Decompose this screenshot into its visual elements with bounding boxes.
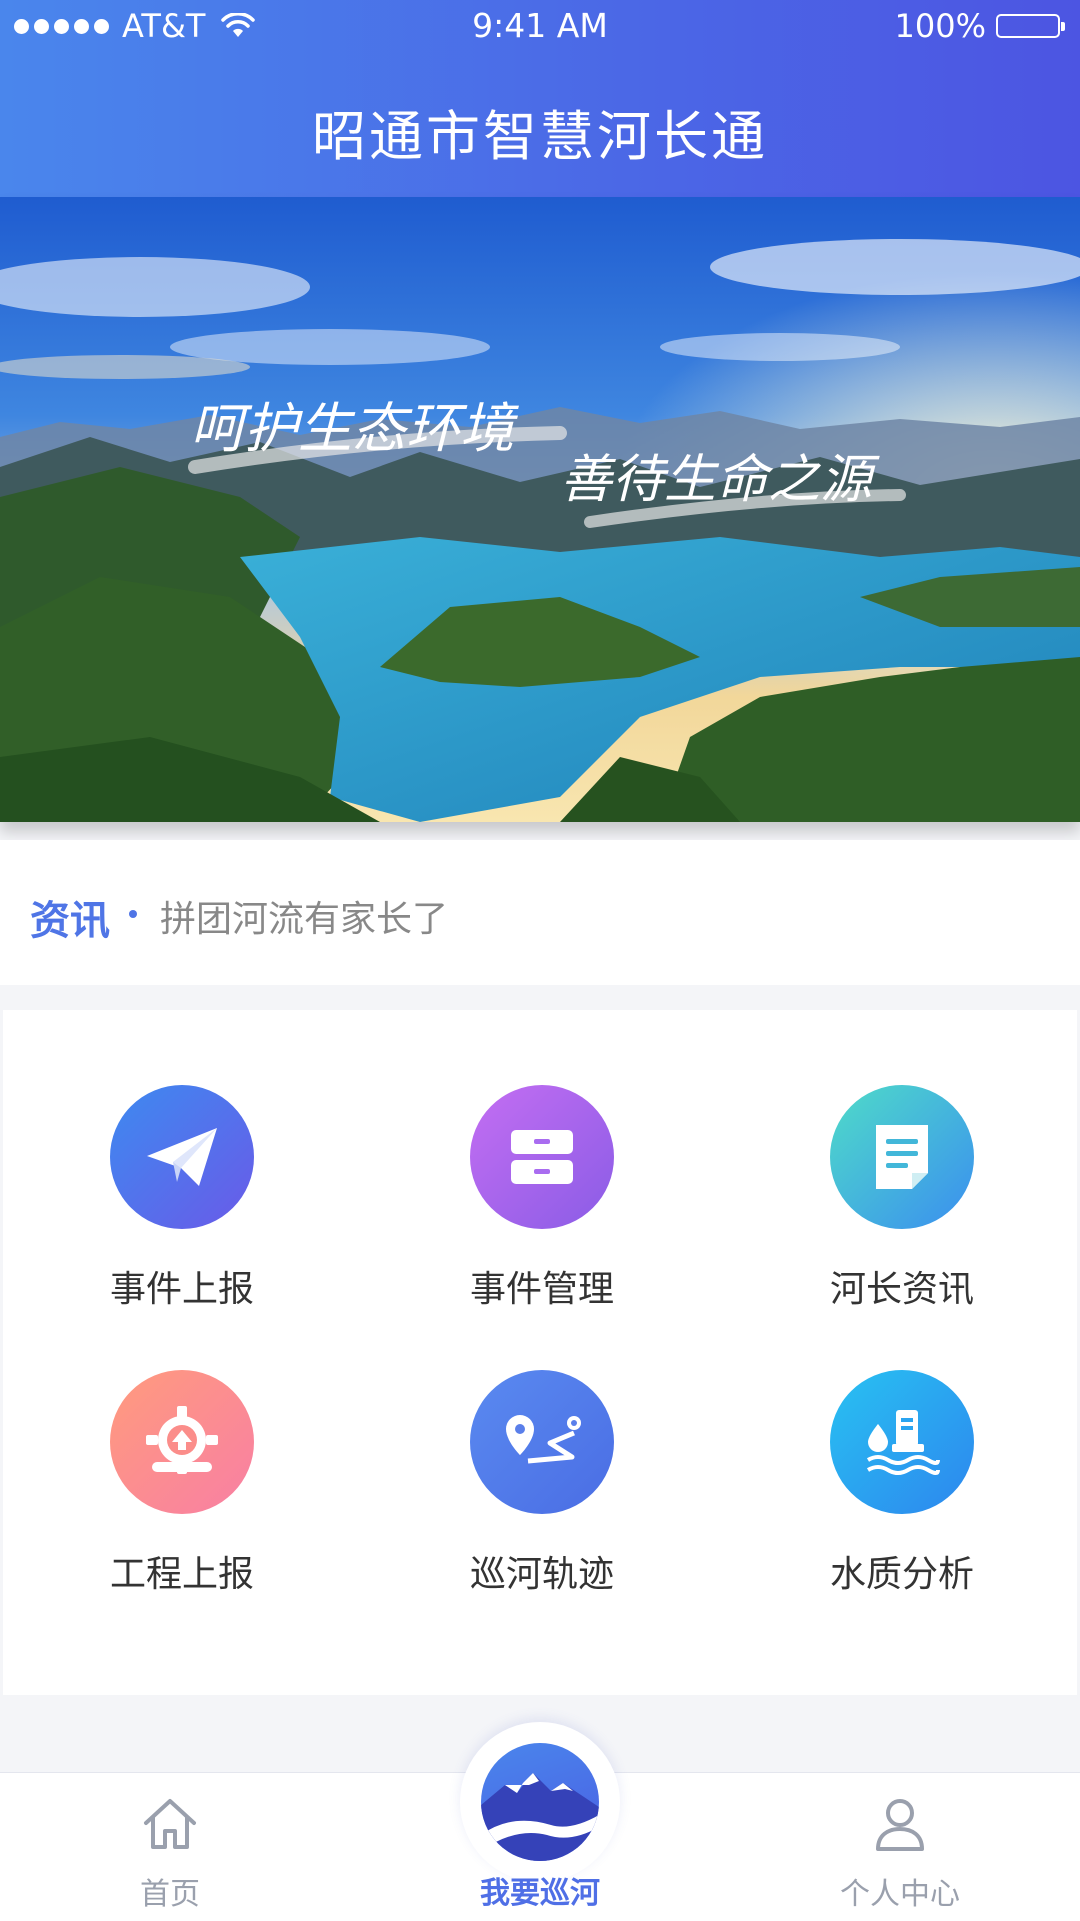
menu-label: 事件管理 [469, 1269, 614, 1310]
menu-event-report[interactable]: 事件上报 [32, 1085, 332, 1345]
banner-slogan-line1: 呵护生态环境 [190, 397, 519, 460]
home-icon [144, 1799, 196, 1849]
menu-water-quality[interactable]: 水质分析 [752, 1370, 1052, 1630]
menu-river-news[interactable]: 河长资讯 [752, 1085, 1052, 1345]
menu-label: 事件上报 [109, 1269, 254, 1310]
landscape-image: 呵护生态环境 善待生命之源 [0, 197, 1080, 822]
app-header: AT&T 9:41 AM 100% 昭通市智慧河长通 [0, 0, 1080, 197]
menu-project-report[interactable]: 工程上报 [32, 1370, 332, 1630]
menu-label: 水质分析 [829, 1554, 974, 1595]
status-bar: AT&T 9:41 AM 100% [0, 0, 1080, 54]
mountain-river-icon [481, 1773, 599, 1861]
banner-slogan-line2: 善待生命之源 [560, 450, 880, 510]
drawer-icon [470, 1085, 614, 1229]
tab-patrol-label[interactable]: 我要巡河 [0, 1868, 1080, 1912]
menu-label: 河长资讯 [829, 1269, 974, 1310]
menu-event-management[interactable]: 事件管理 [392, 1085, 692, 1345]
menu-patrol-track[interactable]: 巡河轨迹 [392, 1370, 692, 1630]
feature-grid: 事件上报 事件管理 河长资讯 工程上报 巡河轨迹 水质分析 [3, 1010, 1077, 1695]
paper-plane-icon [110, 1085, 254, 1229]
gear-upload-icon [110, 1370, 254, 1514]
document-icon [830, 1085, 974, 1229]
patrol-button[interactable] [481, 1743, 599, 1861]
user-icon [876, 1799, 924, 1851]
battery-icon [996, 14, 1065, 38]
hero-banner[interactable]: 呵护生态环境 善待生命之源 [0, 197, 1080, 822]
menu-label: 巡河轨迹 [469, 1554, 614, 1595]
water-quality-icon [830, 1370, 974, 1514]
battery-percent: 100% [894, 7, 986, 45]
news-headline[interactable]: 拼团河流有家长了 [160, 890, 448, 942]
route-pin-icon [470, 1370, 614, 1514]
battery-status: 100% [894, 6, 1065, 46]
page-title: 昭通市智慧河长通 [312, 105, 768, 168]
news-label: 资讯 [30, 898, 110, 944]
news-bullet [129, 910, 137, 918]
menu-label: 工程上报 [109, 1554, 254, 1595]
news-ticker[interactable]: 资讯 拼团河流有家长了 [0, 840, 1080, 985]
